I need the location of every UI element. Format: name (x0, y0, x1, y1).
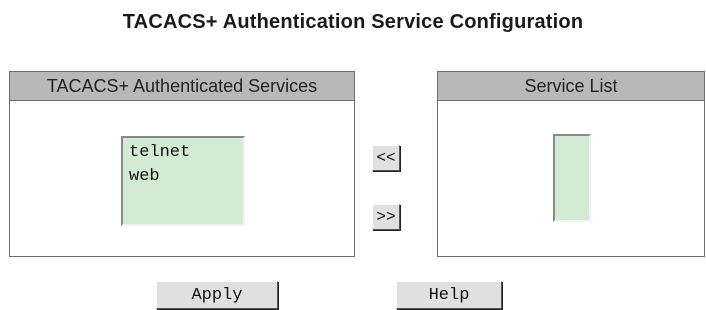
list-item[interactable]: telnet (129, 141, 243, 165)
service-list-header: Service List (438, 72, 704, 101)
authenticated-services-header: TACACS+ Authenticated Services (10, 72, 354, 101)
apply-button[interactable]: Apply (156, 281, 278, 309)
page-title: TACACS+ Authentication Service Configura… (122, 11, 584, 33)
service-list-listbox[interactable] (553, 134, 591, 222)
authenticated-services-panel: TACACS+ Authenticated Services telnet we… (9, 71, 355, 257)
authenticated-services-listbox[interactable]: telnet web (121, 136, 245, 226)
help-button[interactable]: Help (396, 281, 502, 309)
move-to-authenticated-button[interactable]: << (372, 145, 400, 171)
service-list-panel: Service List (437, 71, 705, 257)
list-item[interactable]: web (129, 165, 243, 189)
move-to-service-list-button[interactable]: >> (372, 204, 400, 230)
